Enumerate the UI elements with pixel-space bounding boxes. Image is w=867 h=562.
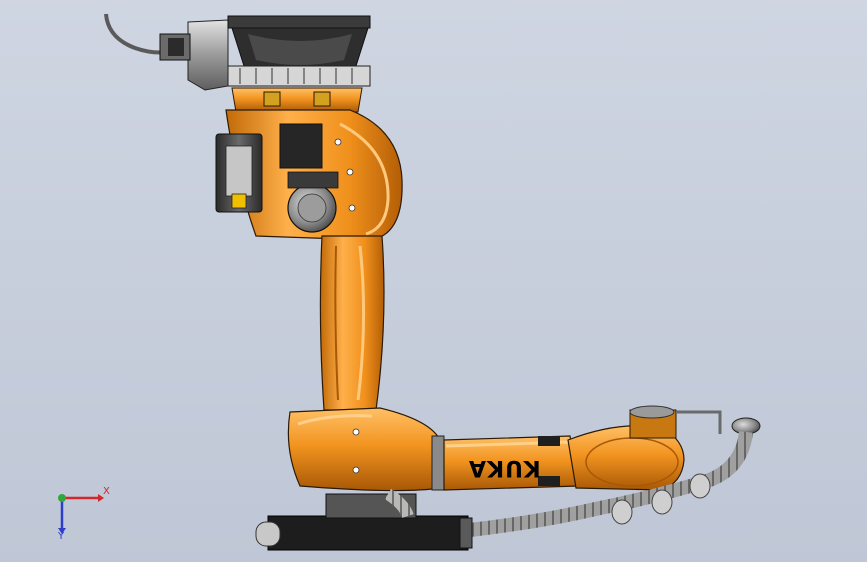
kuka-logo: KUKA — [468, 455, 541, 480]
motor-axis1[interactable] — [215, 133, 263, 213]
triad-y-label: Y — [58, 531, 65, 542]
elbow-joint[interactable] — [287, 407, 445, 492]
wrist[interactable] — [567, 405, 685, 491]
top-cable — [104, 13, 169, 55]
tool-bracket[interactable] — [676, 410, 761, 435]
robot-scene[interactable] — [0, 0, 867, 562]
triad-x-label: X — [103, 486, 110, 497]
model-viewport[interactable]: KUKA X Y — [0, 0, 867, 562]
coordinate-triad — [58, 494, 104, 534]
link-arm[interactable] — [319, 235, 385, 411]
bottom-base[interactable] — [255, 488, 473, 551]
base-mount[interactable] — [159, 15, 371, 91]
triad-z-origin — [58, 494, 66, 502]
rotating-base[interactable] — [231, 87, 363, 113]
